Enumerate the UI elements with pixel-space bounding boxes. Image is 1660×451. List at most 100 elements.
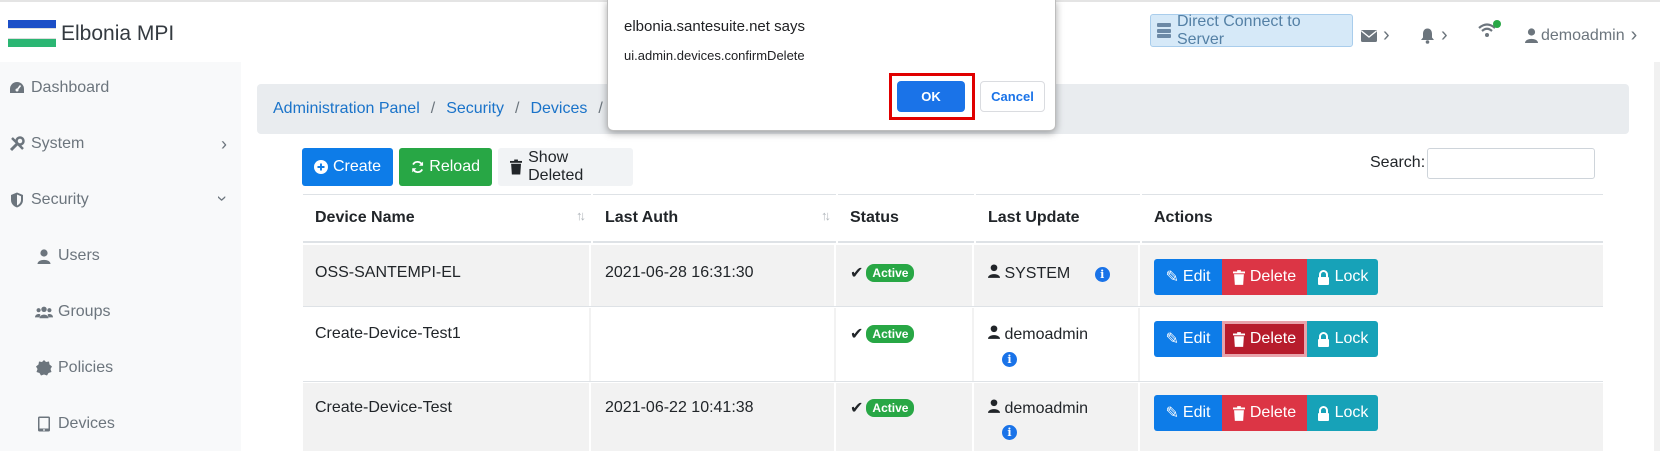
user-icon — [988, 264, 1000, 278]
reload-button[interactable]: Reload — [399, 148, 492, 186]
breadcrumb-administration-panel[interactable]: Administration Panel — [273, 100, 420, 118]
column-header-device-name[interactable]: Device Name ↑↓ — [303, 194, 591, 243]
sidebar-item-policies[interactable]: Policies — [0, 348, 241, 388]
user-icon — [1525, 28, 1538, 43]
sidebar-item-label: System — [31, 135, 85, 152]
tools-icon — [9, 136, 25, 152]
direct-connect-button[interactable]: Direct Connect to Server — [1150, 12, 1353, 48]
sidebar-item-users[interactable]: Users — [0, 236, 241, 276]
delete-label: Delete — [1249, 330, 1297, 347]
messages-menu[interactable]: › — [1361, 24, 1390, 47]
last-update-cell: demoadmin i — [976, 308, 1140, 381]
sync-icon — [412, 160, 424, 174]
lock-icon — [1317, 269, 1329, 285]
breadcrumb-devices[interactable]: Devices — [530, 100, 587, 118]
tablet-icon — [38, 416, 50, 432]
info-icon[interactable]: i — [1094, 267, 1110, 282]
edit-button[interactable]: ✎ Edit — [1154, 321, 1222, 357]
brand[interactable]: Elbonia MPI — [8, 20, 174, 47]
delete-label: Delete — [1249, 268, 1297, 285]
column-header-actions: Actions — [1142, 194, 1603, 243]
sidebar-item-dashboard[interactable]: Dashboard — [0, 68, 241, 108]
user-menu[interactable]: demoadmin › — [1525, 24, 1637, 47]
device-name-cell: Create-Device-Test1 — [303, 308, 591, 381]
create-button[interactable]: Create — [302, 148, 393, 186]
delete-button[interactable]: Delete — [1222, 321, 1307, 357]
status-cell: ✔ Active — [838, 308, 974, 381]
lock-button[interactable]: Lock — [1307, 321, 1378, 357]
updated-by: demoadmin — [1004, 326, 1089, 343]
column-header-label: Actions — [1154, 209, 1213, 226]
last-update-cell: demoadmin i — [976, 383, 1140, 451]
delete-button[interactable]: Delete — [1222, 395, 1307, 431]
edit-label: Edit — [1182, 404, 1211, 421]
pencil-icon: ✎ — [1165, 269, 1179, 286]
lock-label: Lock — [1334, 268, 1369, 285]
edit-label: Edit — [1182, 268, 1211, 285]
edit-button[interactable]: ✎ Edit — [1154, 395, 1222, 431]
trash-icon — [1232, 269, 1245, 285]
sidebar-item-label: Groups — [58, 303, 111, 320]
ok-button[interactable]: OK — [897, 81, 965, 112]
user-name: demoadmin — [1541, 26, 1625, 44]
sidebar-item-security[interactable]: Security › — [0, 180, 241, 220]
last-auth-cell: 2021-06-22 10:41:38 — [593, 383, 836, 451]
check-icon: ✔ — [850, 265, 864, 282]
info-icon[interactable]: i — [1002, 352, 1017, 367]
breadcrumb-security[interactable]: Security — [446, 100, 504, 118]
notifications-menu[interactable]: › — [1420, 24, 1448, 47]
sidebar-item-label: Security — [31, 191, 89, 208]
sidebar-item-label: Dashboard — [31, 79, 110, 96]
column-header-last-update: Last Update — [976, 194, 1140, 243]
column-header-label: Last Auth — [605, 209, 679, 226]
device-name-cell: OSS-SANTEMPI-EL — [303, 245, 591, 306]
lock-button[interactable]: Lock — [1307, 395, 1378, 431]
sidebar-item-groups[interactable]: Groups — [0, 292, 241, 332]
direct-connect-label: Direct Connect to Server — [1176, 12, 1301, 48]
user-icon — [988, 399, 1000, 413]
column-header-label: Status — [850, 209, 899, 226]
sidebar-item-system[interactable]: System › — [0, 124, 241, 164]
chevron-right-icon: › — [221, 134, 227, 154]
table-row: OSS-SANTEMPI-EL 2021-06-28 16:31:30 ✔ Act… — [303, 245, 1603, 307]
dashboard-icon — [10, 82, 24, 93]
table-row: Create-Device-Test 2021-06-22 10:41:38 ✔… — [303, 383, 1603, 451]
info-icon[interactable]: i — [1002, 425, 1017, 440]
user-icon — [37, 248, 51, 264]
status-badge: Active — [866, 325, 915, 343]
last-update-cell: SYSTEM i — [976, 245, 1140, 306]
connection-status[interactable] — [1477, 20, 1503, 40]
confirm-dialog: elbonia.santesuite.net says ui.admin.dev… — [607, 0, 1056, 131]
create-label: Create — [332, 158, 381, 175]
lock-icon — [1317, 405, 1329, 421]
trash-icon — [1232, 331, 1245, 347]
sidebar-item-label: Users — [58, 247, 100, 264]
last-auth-cell: 2021-06-28 16:31:30 — [593, 245, 836, 306]
lock-label: Lock — [1334, 404, 1369, 421]
plus-circle-icon — [314, 160, 328, 174]
envelope-icon — [1361, 29, 1377, 42]
dialog-message: ui.admin.devices.confirmDelete — [624, 48, 805, 63]
wifi-icon — [1478, 20, 1501, 37]
trash-icon — [1232, 405, 1245, 421]
column-header-last-auth[interactable]: Last Auth ↑↓ — [593, 194, 836, 243]
check-icon: ✔ — [850, 400, 864, 417]
chevron-right-icon: › — [1383, 24, 1390, 46]
scrollbar[interactable] — [1654, 62, 1660, 451]
cancel-button[interactable]: Cancel — [980, 81, 1045, 112]
lock-icon — [1317, 331, 1329, 347]
shield-icon — [11, 192, 23, 208]
chevron-right-icon: › — [1630, 24, 1638, 46]
bell-icon — [1421, 28, 1434, 44]
sidebar-item-devices[interactable]: Devices — [0, 404, 241, 444]
lock-button[interactable]: Lock — [1307, 259, 1378, 295]
breadcrumb-separator: / — [515, 100, 520, 117]
check-icon: ✔ — [850, 326, 864, 343]
search-input[interactable] — [1427, 148, 1595, 179]
breadcrumb-separator: / — [430, 100, 436, 117]
show-deleted-button[interactable]: Show Deleted — [498, 148, 633, 186]
sidebar-item-label: Devices — [58, 415, 115, 432]
pencil-icon: ✎ — [1165, 331, 1179, 348]
edit-button[interactable]: ✎ Edit — [1154, 259, 1222, 295]
delete-button[interactable]: Delete — [1222, 259, 1307, 295]
